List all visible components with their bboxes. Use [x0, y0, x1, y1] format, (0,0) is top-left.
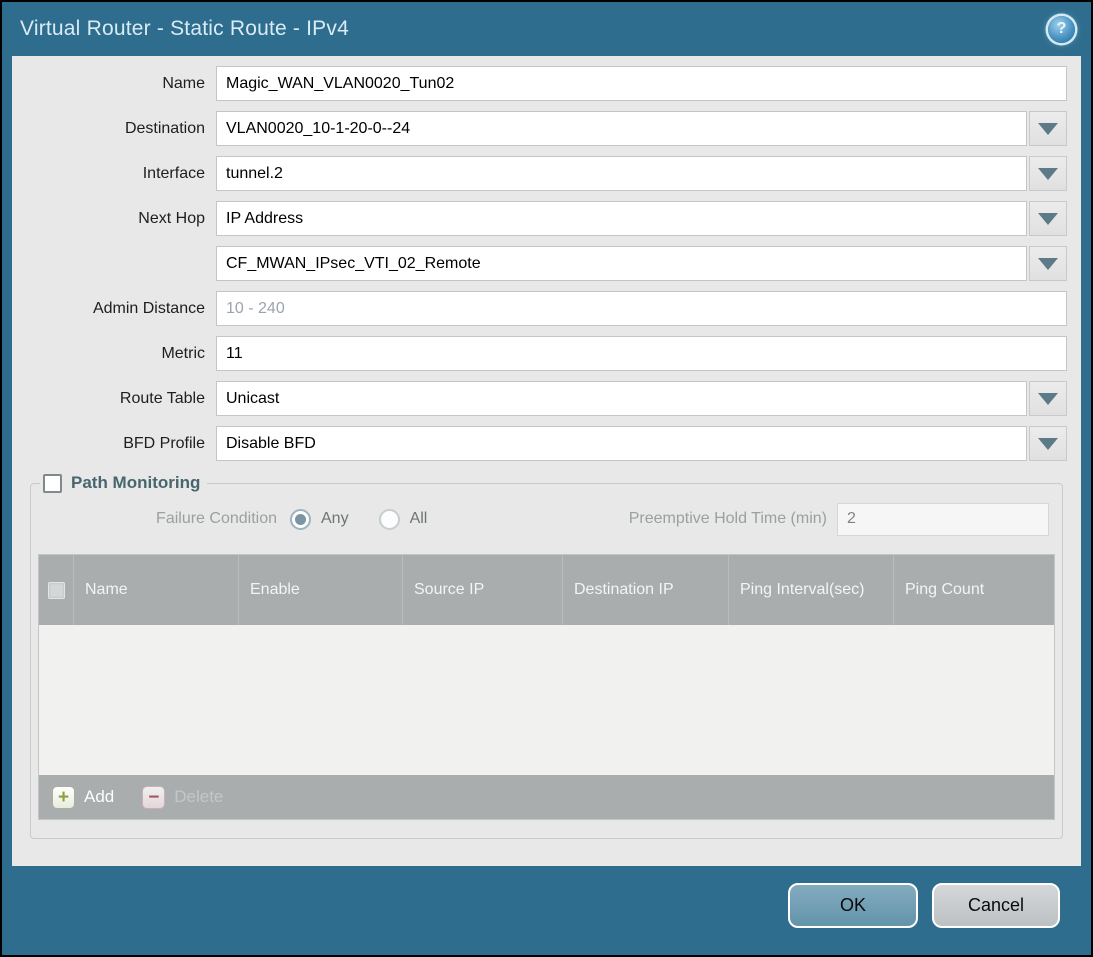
chevron-down-icon [1038, 393, 1058, 405]
bfd-profile-label: BFD Profile [26, 435, 216, 453]
column-header-enable: Enable [239, 555, 403, 625]
column-header-destination-ip: Destination IP [563, 555, 729, 625]
minus-icon: − [142, 786, 165, 809]
delete-button[interactable]: − Delete [142, 786, 223, 809]
interface-label: Interface [26, 165, 216, 183]
help-icon[interactable]: ? [1048, 16, 1075, 43]
column-header-name: Name [74, 555, 239, 625]
admin-distance-input[interactable] [216, 291, 1067, 326]
interface-dropdown-button[interactable] [1029, 156, 1067, 191]
name-row: Name [26, 66, 1067, 101]
next-hop-address-input[interactable] [216, 246, 1027, 281]
radio-any-label: Any [321, 510, 349, 528]
path-monitoring-group: Path Monitoring Failure Condition Any Al… [30, 473, 1063, 839]
path-monitoring-table: Name Enable Source IP Destination IP Pin… [38, 554, 1055, 820]
admin-distance-label: Admin Distance [26, 300, 216, 318]
route-table-label: Route Table [26, 390, 216, 408]
failure-condition-all-radio[interactable]: All [379, 509, 428, 530]
destination-dropdown-button[interactable] [1029, 111, 1067, 146]
add-button-label: Add [84, 787, 114, 807]
bfd-profile-row: BFD Profile [26, 426, 1067, 461]
preemptive-hold-time-label: Preemptive Hold Time (min) [457, 510, 837, 528]
destination-input[interactable] [216, 111, 1027, 146]
chevron-down-icon [1038, 438, 1058, 450]
failure-condition-row: Failure Condition Any All Preemptive Hol… [38, 501, 1055, 537]
name-label: Name [26, 75, 216, 93]
column-header-source-ip: Source IP [403, 555, 563, 625]
metric-row: Metric [26, 336, 1067, 371]
next-hop-dropdown-button[interactable] [1029, 201, 1067, 236]
chevron-down-icon [1038, 258, 1058, 270]
path-monitoring-checkbox[interactable] [43, 474, 62, 493]
delete-button-label: Delete [174, 787, 223, 807]
title-bar: Virtual Router - Static Route - IPv4 ? [2, 2, 1091, 56]
destination-label: Destination [26, 120, 216, 138]
next-hop-label: Next Hop [26, 210, 216, 228]
chevron-down-icon [1038, 123, 1058, 135]
question-mark-glyph: ? [1057, 20, 1067, 38]
next-hop-address-row [26, 246, 1067, 281]
next-hop-row: Next Hop [26, 201, 1067, 236]
destination-row: Destination [26, 111, 1067, 146]
route-table-row: Route Table [26, 381, 1067, 416]
ok-button[interactable]: OK [788, 883, 918, 928]
path-monitoring-legend: Path Monitoring [40, 473, 207, 493]
metric-input[interactable] [216, 336, 1067, 371]
route-table-input[interactable] [216, 381, 1027, 416]
interface-row: Interface [26, 156, 1067, 191]
column-header-ping-interval: Ping Interval(sec) [729, 555, 894, 625]
table-header-row: Name Enable Source IP Destination IP Pin… [39, 555, 1054, 625]
preemptive-hold-time-input[interactable] [837, 503, 1049, 536]
failure-condition-label: Failure Condition [38, 510, 290, 528]
plus-icon: + [52, 786, 75, 809]
bfd-profile-dropdown-button[interactable] [1029, 426, 1067, 461]
next-hop-address-dropdown-button[interactable] [1029, 246, 1067, 281]
column-header-ping-count: Ping Count [894, 555, 1054, 625]
admin-distance-row: Admin Distance [26, 291, 1067, 326]
header-checkbox-cell [39, 555, 74, 625]
table-body-empty [39, 625, 1054, 775]
failure-condition-any-radio[interactable]: Any [290, 509, 349, 530]
dialog-title: Virtual Router - Static Route - IPv4 [20, 17, 349, 41]
metric-label: Metric [26, 345, 216, 363]
path-monitoring-title: Path Monitoring [71, 473, 200, 493]
cancel-button[interactable]: Cancel [932, 883, 1060, 928]
dialog-footer: OK Cancel [2, 866, 1091, 955]
add-button[interactable]: + Add [52, 786, 114, 809]
dialog-body: Name Destination Interface Next Hop [12, 56, 1081, 866]
interface-input[interactable] [216, 156, 1027, 191]
radio-selected-icon [290, 509, 311, 530]
chevron-down-icon [1038, 168, 1058, 180]
radio-unselected-icon [379, 509, 400, 530]
bfd-profile-input[interactable] [216, 426, 1027, 461]
table-toolbar: + Add − Delete [39, 775, 1054, 819]
dialog-frame: Virtual Router - Static Route - IPv4 ? N… [2, 2, 1091, 955]
chevron-down-icon [1038, 213, 1058, 225]
next-hop-type-input[interactable] [216, 201, 1027, 236]
radio-all-label: All [410, 510, 428, 528]
route-table-dropdown-button[interactable] [1029, 381, 1067, 416]
select-all-checkbox[interactable] [48, 582, 65, 599]
name-input[interactable] [216, 66, 1067, 101]
